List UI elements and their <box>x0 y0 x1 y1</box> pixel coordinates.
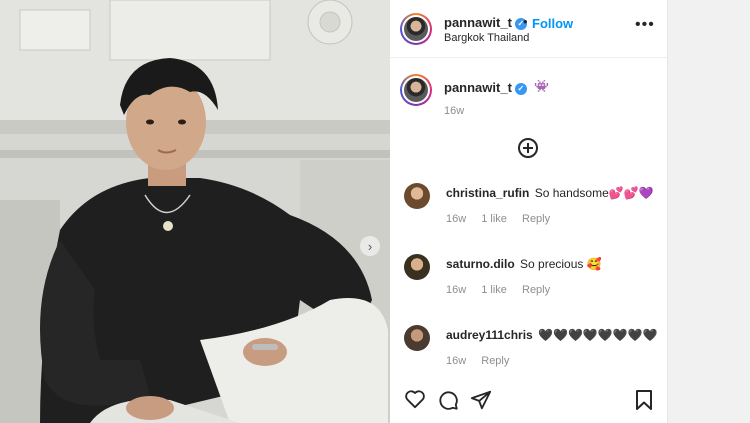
post-location[interactable]: Bargkok Thailand <box>444 32 529 44</box>
comment-item: audrey111chris 🖤🖤🖤🖤🖤🖤🖤🖤 16w Reply <box>390 325 667 385</box>
add-circle-icon[interactable] <box>518 138 538 158</box>
comment-meta: 16w Reply <box>446 355 521 367</box>
post-photo[interactable]: › <box>0 0 390 423</box>
commenter-avatar[interactable] <box>404 183 430 209</box>
more-options-icon[interactable]: ••• <box>635 16 655 34</box>
comment-body: So precious 🥰 <box>520 257 602 271</box>
commenter-username[interactable]: christina_rufin <box>446 186 529 200</box>
comment-text: christina_rufin So handsome💕💕💜 <box>446 186 654 200</box>
comment-meta: 16w 1 like Reply <box>446 213 562 225</box>
comment-body: So handsome💕💕💜 <box>534 186 654 200</box>
comment-meta: 16w 1 like Reply <box>446 284 562 296</box>
comment-time[interactable]: 16w <box>446 284 466 296</box>
page-background-gutter <box>667 0 750 423</box>
comment-time[interactable]: 16w <box>446 213 466 225</box>
comment-icon[interactable] <box>437 389 459 411</box>
post-actions-bar <box>390 383 667 417</box>
caption-timestamp[interactable]: 16w <box>444 105 464 117</box>
commenter-username[interactable]: audrey111chris <box>446 328 533 342</box>
comment-likes[interactable]: 1 like <box>481 213 507 225</box>
follow-button[interactable]: Follow <box>532 16 573 31</box>
commenter-username[interactable]: saturno.dilo <box>446 257 515 271</box>
send-icon[interactable] <box>470 389 492 411</box>
comment-text: audrey111chris 🖤🖤🖤🖤🖤🖤🖤🖤 <box>446 328 658 342</box>
caption-text: 👾 <box>534 79 549 93</box>
carousel-next-button[interactable]: › <box>360 236 380 256</box>
reply-button[interactable]: Reply <box>522 284 550 296</box>
commenter-avatar[interactable] <box>404 254 430 280</box>
comment-likes[interactable]: 1 like <box>481 284 507 296</box>
verified-badge-icon: ✓ <box>514 83 527 95</box>
comment-item: saturno.dilo So precious 🥰 16w 1 like Re… <box>390 254 667 314</box>
author-username[interactable]: pannawit_t ✓ <box>444 15 527 30</box>
heart-icon[interactable] <box>404 389 426 409</box>
comment-time[interactable]: 16w <box>446 355 466 367</box>
author-avatar[interactable] <box>400 13 432 45</box>
comment-text: saturno.dilo So precious 🥰 <box>446 257 602 271</box>
caption-username[interactable]: pannawit_t ✓ <box>444 80 527 95</box>
caption-avatar[interactable] <box>400 74 432 106</box>
reply-button[interactable]: Reply <box>481 355 509 367</box>
post-header: pannawit_t ✓ • Follow Bargkok Thailand ••… <box>390 0 667 58</box>
header-separator: • <box>523 14 528 29</box>
reply-button[interactable]: Reply <box>522 213 550 225</box>
post-side-panel: pannawit_t ✓ • Follow Bargkok Thailand ••… <box>390 0 667 423</box>
comment-item: christina_rufin So handsome💕💕💜 16w 1 lik… <box>390 183 667 243</box>
bookmark-icon[interactable] <box>635 389 653 411</box>
photo-illustration <box>0 0 390 423</box>
comment-body: 🖤🖤🖤🖤🖤🖤🖤🖤 <box>538 328 658 342</box>
commenter-avatar[interactable] <box>404 325 430 351</box>
